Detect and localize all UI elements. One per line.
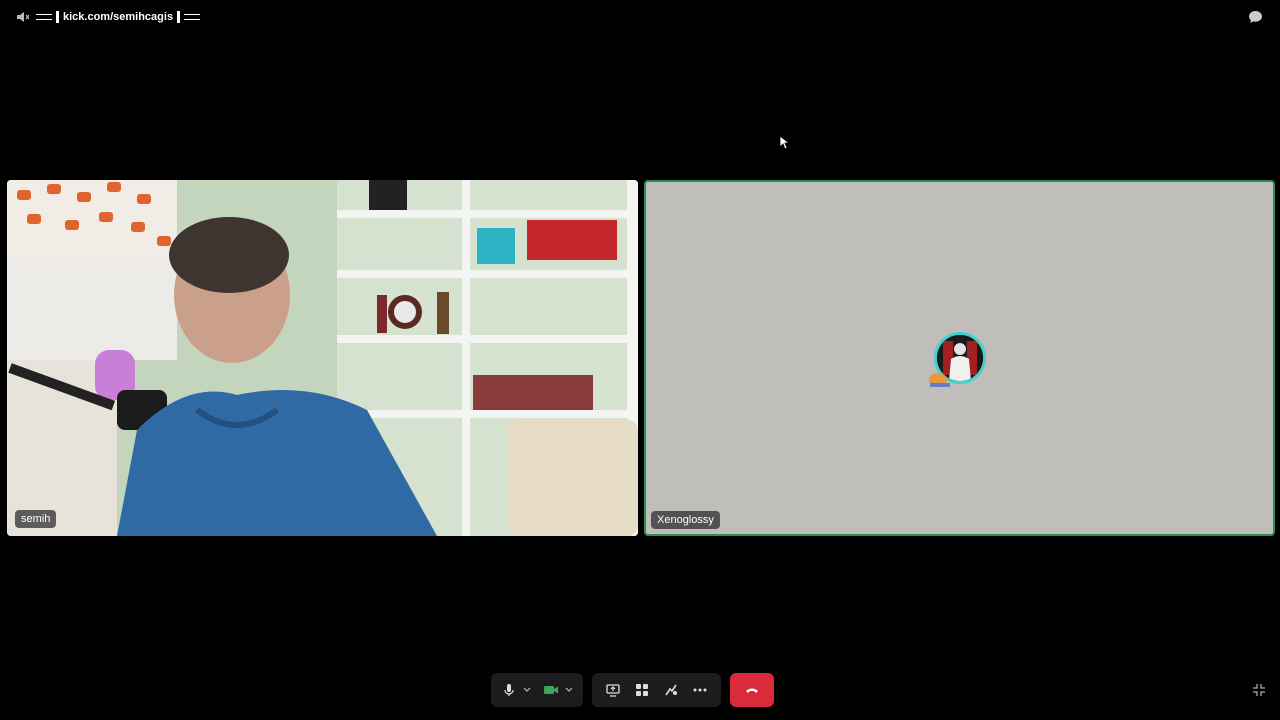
hang-up-icon xyxy=(746,688,758,693)
camera-icon xyxy=(544,686,558,694)
chevron-down-icon xyxy=(523,687,531,692)
screen-share-button[interactable] xyxy=(601,678,625,702)
end-call-button[interactable] xyxy=(730,673,774,707)
chevron-down-icon xyxy=(565,687,573,692)
participant-tile-semih[interactable]: semih xyxy=(7,180,638,536)
microphone-button[interactable] xyxy=(497,678,521,702)
participant-tile-xenoglossy[interactable]: Xenoglossy xyxy=(644,180,1275,536)
camera-button[interactable] xyxy=(539,678,563,702)
decoration-left xyxy=(36,14,52,20)
camera-options-button[interactable] xyxy=(563,678,575,702)
participant-name-tag: semih xyxy=(15,510,57,528)
exit-fullscreen-icon[interactable] xyxy=(1252,683,1266,697)
call-action-controls xyxy=(592,673,721,707)
speaker-muted-icon[interactable] xyxy=(16,11,30,23)
participant-name-tag: Xenoglossy xyxy=(651,511,720,529)
decoration-bar xyxy=(56,11,59,23)
soundboard-icon xyxy=(665,684,678,696)
screen-share-icon xyxy=(605,684,620,697)
activities-icon xyxy=(635,684,648,696)
camera-video-feed xyxy=(7,180,638,536)
decoration-right xyxy=(184,14,201,20)
microphone-icon xyxy=(504,684,514,696)
soundboard-button[interactable] xyxy=(659,678,683,702)
avatar-decoration-icon xyxy=(929,373,950,387)
microphone-options-button[interactable] xyxy=(521,678,533,702)
top-bar: kick.com/semihcagis xyxy=(0,0,1280,34)
channel-text: kick.com/semihcagis xyxy=(63,11,174,23)
mouse-cursor-icon xyxy=(779,135,789,150)
audio-video-controls xyxy=(491,673,583,707)
activities-button[interactable] xyxy=(630,678,654,702)
channel-banner: kick.com/semihcagis xyxy=(36,10,201,24)
more-icon xyxy=(693,688,707,692)
more-options-button[interactable] xyxy=(688,678,712,702)
decoration-bar xyxy=(177,11,181,23)
chat-bubble-icon[interactable] xyxy=(1248,10,1263,24)
